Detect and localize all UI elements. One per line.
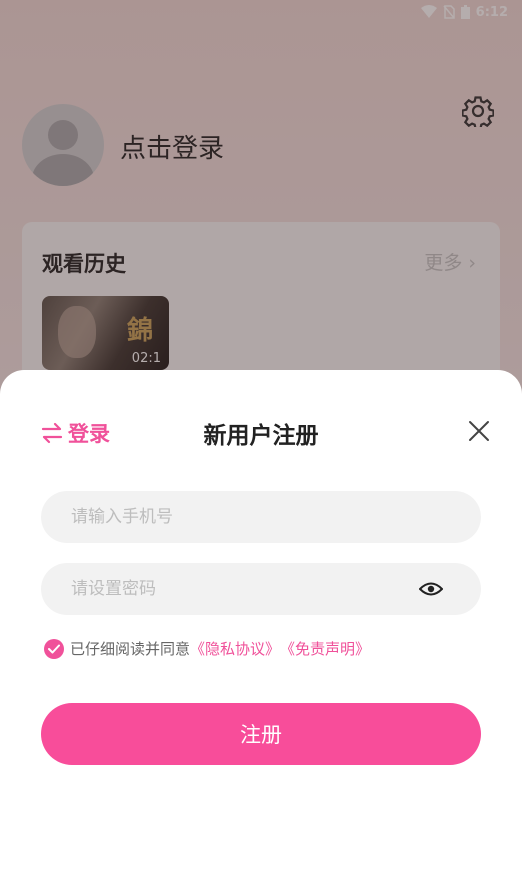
password-field <box>41 563 481 615</box>
close-icon[interactable] <box>468 420 490 442</box>
disclaimer-link[interactable]: 《免责声明》 <box>280 638 370 659</box>
check-icon <box>48 644 60 653</box>
phone-field <box>41 491 481 543</box>
eye-icon[interactable] <box>419 579 443 599</box>
phone-input[interactable] <box>69 506 403 528</box>
agreement-row: 已仔细阅读并同意 《隐私协议》 《免责声明》 <box>44 638 370 659</box>
password-input[interactable] <box>69 578 403 600</box>
agree-checkbox[interactable] <box>44 638 64 659</box>
agree-text: 已仔细阅读并同意 <box>70 640 191 658</box>
privacy-link[interactable]: 《隐私协议》 <box>190 638 280 659</box>
register-sheet: 登录 新用户注册 已仔细阅读并同意 《隐私协议》 《免责声明》 注册 <box>0 370 522 889</box>
sheet-title: 新用户注册 <box>203 423 319 449</box>
register-button[interactable]: 注册 <box>41 703 481 765</box>
